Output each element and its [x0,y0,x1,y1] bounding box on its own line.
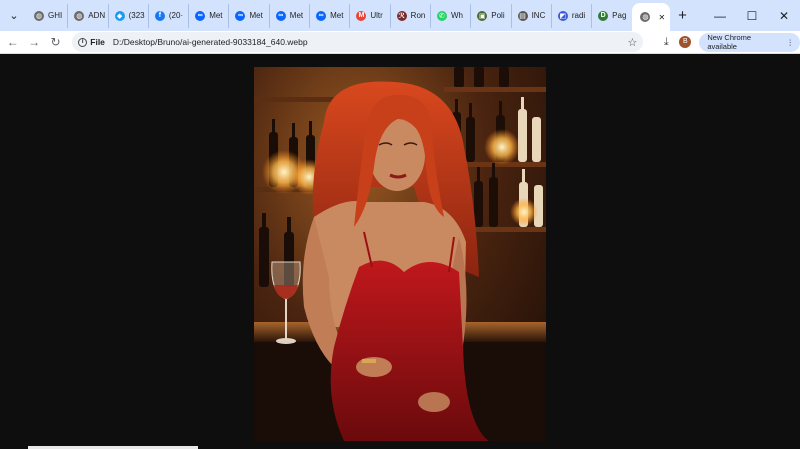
tab-8[interactable]: ∞ Met [310,3,351,28]
tab-11[interactable]: ✆ Wh [431,3,472,28]
bird-icon: ◆ [114,10,125,21]
tab-label: Met [209,11,223,20]
globe-icon: ◍ [34,10,44,21]
maximize-button[interactable]: ☐ [736,0,768,31]
tab-1[interactable]: ◍ GHI [28,3,69,28]
back-button[interactable]: ← [2,35,23,49]
tab-9[interactable]: M Ultr [350,3,391,28]
meta-icon: ∞ [275,10,286,21]
tab-14[interactable]: ◩ radi [552,3,593,28]
tab-label: (323 [128,11,145,20]
tab-label: ADN [88,11,106,20]
tab-label: Met [289,11,304,20]
tab-strip: ⌄ ◍ GHI ◍ ADN ◆ (323 f (20· ∞ Met ∞ Met ∞ Met ∞ Met M Ult… [0,0,800,31]
tab-3[interactable]: ◆ (323 [109,3,149,28]
meta-icon: ∞ [195,10,206,21]
url-text[interactable]: D:/Desktop/Bruno/ai-generated-9033184_64… [113,37,308,47]
bookmark-star-icon[interactable]: ☆ [627,36,637,49]
address-bar[interactable]: i File D:/Desktop/Bruno/ai-generated-903… [72,32,644,52]
new-tab-button[interactable]: + [670,7,694,24]
displayed-image[interactable] [254,67,546,441]
tab-list: ◍ GHI ◍ ADN ◆ (323 f (20· ∞ Met ∞ Met ∞ Met ∞ Met M Ultr ℛ… [28,0,632,31]
tab-label: Met [330,11,344,20]
download-icon[interactable]: ⤓ [659,36,673,49]
chevron-down-icon: ⌄ [9,10,19,22]
tab-search-button[interactable]: ⌄ [4,6,24,26]
facebook-icon: f [154,10,165,21]
toolbar-actions: ⤓ B [659,36,692,49]
tab-12[interactable]: ▣ Poli [471,3,512,28]
radio-icon: ◩ [557,10,568,21]
close-window-button[interactable]: ✕ [768,0,800,31]
meta-icon: ∞ [316,10,327,21]
tab-label: Ultr [370,11,383,20]
tab-7[interactable]: ∞ Met [270,3,311,28]
forward-button[interactable]: → [23,35,44,49]
tab-label: Met [249,11,263,20]
tab-close-icon[interactable]: ✕ [658,13,665,22]
tab-15[interactable]: D Pag [592,4,632,28]
tab-label: Wh [450,11,463,20]
tab-2[interactable]: ◍ ADN [68,3,109,28]
file-chip-label: File [90,37,105,47]
reload-button[interactable]: ↻ [45,35,66,49]
whatsapp-icon: ✆ [436,10,447,21]
globe-icon: ◍ [640,12,651,22]
tab-label: Pag [612,11,627,20]
gmail-icon: M [356,10,367,21]
window-controls: — ☐ ✕ [704,0,800,31]
shield-icon: ▣ [477,10,488,21]
tab-13[interactable]: ▤ INC [512,3,552,28]
minimize-button[interactable]: — [704,0,736,31]
update-label: New Chrome available [707,33,752,51]
browser-toolbar: ← → ↻ i File D:/Desktop/Bruno/ai-generat… [0,31,800,54]
tab-active[interactable]: ◍ ✕ [632,3,671,31]
menu-icon[interactable]: ⋮ [786,38,794,47]
tab-6[interactable]: ∞ Met [229,3,270,28]
tab-label: INC [531,11,546,20]
info-icon: i [78,37,88,47]
tab-10[interactable]: ℛ Ron [391,3,431,28]
meta-icon: ∞ [235,10,246,21]
profile-avatar[interactable]: B [679,36,692,48]
photo-illustration [254,67,546,441]
site-info-chip[interactable]: i File [78,37,105,47]
update-chrome-button[interactable]: New Chrome available ⋮ [699,32,800,52]
tab-label: GHI [48,11,63,20]
tab-5[interactable]: ∞ Met [189,3,230,28]
tab-label: (20· [168,11,184,20]
document-icon: ▤ [517,10,528,21]
tab-label: radi [571,11,586,20]
globe-icon: ◍ [74,10,85,21]
tab-4[interactable]: f (20· [149,3,190,28]
tab-label: Poli [491,11,505,20]
ronin-icon: ℛ [396,10,407,21]
image-viewer [0,55,800,449]
tab-label: Ron [410,11,426,20]
page-icon: D [598,10,609,21]
